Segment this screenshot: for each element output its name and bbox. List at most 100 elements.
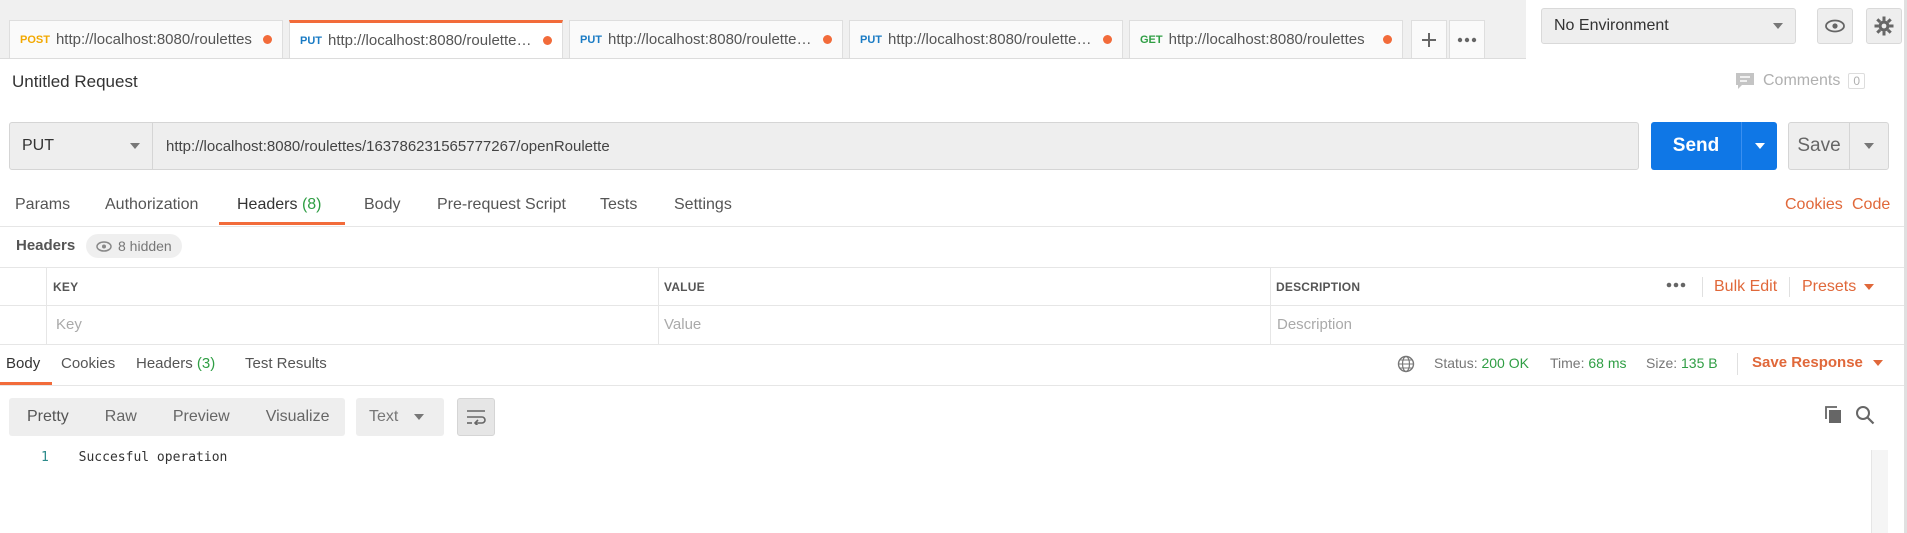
save-response-label: Save Response	[1752, 354, 1863, 371]
save-button[interactable]: Save	[1788, 122, 1889, 170]
bulk-edit-link[interactable]: Bulk Edit	[1714, 278, 1777, 296]
tab-params[interactable]: Params	[15, 196, 70, 214]
tab-method: PUT	[860, 33, 882, 46]
tab-headers[interactable]: Headers (8)	[237, 196, 322, 214]
hidden-headers-toggle[interactable]: 8 hidden	[86, 234, 182, 258]
active-tab-indicator	[219, 222, 345, 225]
request-tab-3[interactable]: PUT http://localhost:8080/roulettes/...	[569, 20, 843, 58]
save-response-dropdown[interactable]: Save Response	[1752, 354, 1883, 371]
tab-headers-count: (8)	[301, 196, 322, 213]
divider	[1702, 277, 1703, 297]
comments-count: 0	[1848, 73, 1866, 89]
response-format-value: Text	[369, 408, 399, 425]
column-header-key: KEY	[53, 280, 79, 294]
chevron-down-icon	[1864, 284, 1875, 290]
environment-quick-look-button[interactable]	[1817, 8, 1853, 44]
presets-label: Presets	[1802, 278, 1857, 295]
column-header-value: VALUE	[664, 280, 705, 294]
tab-options-button[interactable]	[1449, 20, 1485, 58]
chevron-down-icon	[1872, 359, 1883, 366]
gear-icon	[1874, 16, 1894, 36]
column-header-description: DESCRIPTION	[1276, 280, 1361, 294]
chevron-down-icon	[1773, 23, 1783, 29]
chevron-down-icon	[1864, 143, 1874, 149]
header-description-input[interactable]: Description	[1277, 316, 1352, 333]
environment-select[interactable]: No Environment	[1541, 8, 1796, 44]
column-divider	[658, 268, 659, 344]
tab-url: http://localhost:8080/roulettes/...	[328, 32, 535, 49]
column-divider	[46, 268, 47, 344]
response-status: Status: 200 OK	[1434, 355, 1529, 371]
presets-dropdown[interactable]: Presets	[1802, 278, 1875, 296]
header-key-input[interactable]: Key	[56, 316, 82, 333]
request-tab-4[interactable]: PUT http://localhost:8080/roulettes/...	[849, 20, 1123, 58]
status-label: Status:	[1434, 355, 1478, 371]
environment-value: No Environment	[1554, 17, 1669, 34]
tab-url: http://localhost:8080/roulettes/...	[888, 31, 1095, 48]
code-link[interactable]: Code	[1852, 196, 1890, 214]
settings-button[interactable]	[1866, 8, 1902, 44]
wrap-lines-button[interactable]	[457, 398, 495, 436]
response-tab-cookies[interactable]: Cookies	[61, 355, 115, 372]
response-tab-headers[interactable]: Headers (3)	[136, 355, 215, 372]
save-options-button[interactable]	[1850, 143, 1888, 149]
http-method-value: PUT	[22, 137, 54, 154]
time-value: 68 ms	[1588, 355, 1627, 371]
view-raw[interactable]: Raw	[87, 408, 155, 426]
hidden-headers-label: 8 hidden	[118, 238, 172, 254]
network-info-button[interactable]	[1397, 355, 1415, 377]
view-pretty[interactable]: Pretty	[9, 408, 87, 426]
save-label: Save	[1797, 135, 1841, 156]
comments-label: Comments	[1763, 72, 1841, 89]
comments-button[interactable]: Comments 0	[1735, 72, 1866, 90]
search-response-button[interactable]	[1855, 405, 1875, 429]
request-tab-1[interactable]: POST http://localhost:8080/roulettes	[9, 20, 283, 58]
tab-authorization[interactable]: Authorization	[105, 196, 198, 214]
tab-method: PUT	[300, 34, 322, 47]
unsaved-dot-icon	[1103, 35, 1112, 44]
request-tab-2[interactable]: PUT http://localhost:8080/roulettes/...	[289, 20, 563, 58]
view-preview[interactable]: Preview	[155, 408, 248, 426]
request-title[interactable]: Untitled Request	[12, 72, 138, 92]
size-label: Size:	[1646, 355, 1678, 371]
size-value: 135 B	[1681, 355, 1718, 371]
tab-body[interactable]: Body	[364, 196, 400, 214]
request-url-input[interactable]: http://localhost:8080/roulettes/16378623…	[152, 122, 1639, 170]
tab-tests[interactable]: Tests	[600, 196, 637, 214]
send-options-button[interactable]	[1742, 143, 1777, 149]
response-tabs: Body Cookies Headers (3) Test Results St…	[0, 344, 1907, 386]
send-button[interactable]: Send	[1651, 122, 1777, 170]
chevron-down-icon	[414, 414, 425, 420]
globe-icon	[1397, 355, 1415, 373]
tab-pre-request-script[interactable]: Pre-request Script	[437, 196, 566, 214]
response-tab-test-results[interactable]: Test Results	[245, 355, 327, 372]
response-scrollbar[interactable]	[1871, 450, 1888, 533]
search-icon	[1856, 406, 1875, 425]
column-options-button[interactable]	[1665, 275, 1687, 299]
active-tab-indicator	[0, 382, 52, 385]
cookies-link[interactable]: Cookies	[1785, 196, 1843, 214]
tab-headers-label: Headers	[237, 196, 298, 213]
tab-method: POST	[20, 33, 50, 46]
column-divider	[1270, 268, 1271, 344]
tab-url: http://localhost:8080/roulettes/...	[608, 31, 815, 48]
response-tab-body[interactable]: Body	[6, 355, 40, 372]
chevron-down-icon	[1754, 143, 1765, 149]
tab-settings[interactable]: Settings	[674, 196, 732, 214]
header-value-input[interactable]: Value	[664, 316, 701, 333]
eye-icon	[96, 240, 112, 252]
chevron-down-icon	[130, 143, 140, 149]
copy-icon	[1825, 406, 1841, 423]
response-time: Time: 68 ms	[1550, 355, 1627, 371]
tab-url: http://localhost:8080/roulettes	[55, 31, 252, 48]
more-horizontal-icon	[1457, 37, 1477, 42]
request-tab-5[interactable]: GET http://localhost:8080/roulettes	[1129, 20, 1403, 58]
copy-response-button[interactable]	[1824, 405, 1844, 429]
new-tab-button[interactable]	[1411, 20, 1447, 58]
line-number: 1	[41, 450, 49, 465]
view-visualize[interactable]: Visualize	[248, 408, 348, 426]
http-method-select[interactable]: PUT	[9, 122, 153, 170]
response-view-mode: Pretty Raw Preview Visualize	[9, 398, 345, 436]
unsaved-dot-icon	[543, 36, 552, 45]
response-format-select[interactable]: Text	[356, 398, 444, 436]
